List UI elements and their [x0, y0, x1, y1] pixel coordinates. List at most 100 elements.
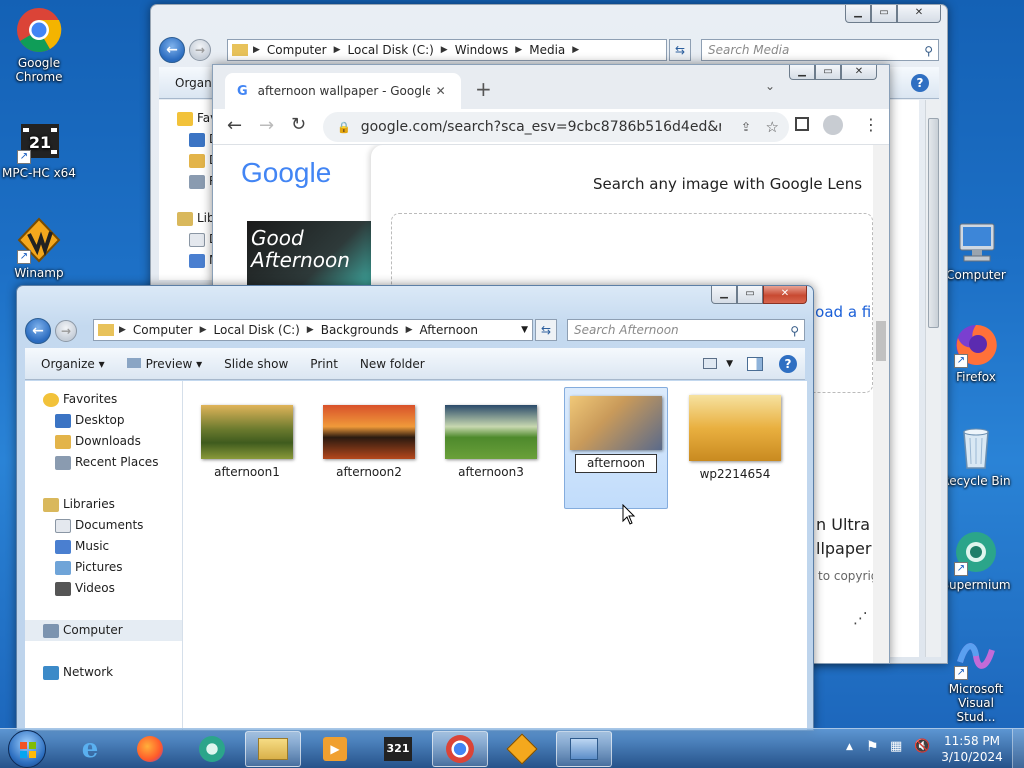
nav-libraries[interactable]: Libraries — [43, 494, 182, 515]
network-tray-icon[interactable]: ▦ — [890, 739, 902, 754]
forward-button[interactable]: → — [55, 320, 77, 342]
start-button[interactable] — [8, 730, 46, 768]
profile-avatar[interactable] — [823, 115, 843, 135]
desktop-icon-supermium[interactable]: ↗ Supermium — [937, 528, 1015, 592]
nav-desktop[interactable]: Desktop — [55, 410, 182, 431]
desktop-icon-visual-studio[interactable]: ↗ Microsoft Visual Stud... — [937, 632, 1015, 724]
back-button[interactable]: ← — [25, 318, 51, 344]
show-hidden-icons[interactable]: ▲ — [846, 742, 853, 752]
preview-menu[interactable]: Preview ▾ — [116, 357, 214, 371]
minimize-button[interactable]: ▁ — [711, 286, 737, 304]
preview-pane-icon[interactable] — [747, 356, 763, 371]
new-folder-button[interactable]: New folder — [349, 357, 436, 371]
new-tab-button[interactable]: + — [475, 77, 492, 101]
tab-close-icon[interactable]: ✕ — [436, 84, 446, 98]
taskbar-explorer[interactable] — [245, 731, 301, 767]
maximize-button[interactable]: ▭ — [815, 65, 841, 80]
nav-favorites[interactable]: Favorites — [43, 389, 182, 410]
rename-input[interactable]: afternoon — [575, 454, 657, 473]
nav-computer[interactable]: Computer — [25, 620, 182, 641]
view-options-icon[interactable] — [703, 358, 717, 369]
nav-pictures[interactable]: Pictures — [55, 557, 182, 578]
file-item[interactable]: afternoon2 — [317, 391, 421, 511]
nav-documents[interactable]: Documents — [55, 515, 182, 536]
nav-recent-places[interactable]: Recent Places — [55, 452, 182, 473]
desktop-icon-recycle-bin[interactable]: Recycle Bin — [937, 424, 1015, 488]
search-input[interactable]: Search Media ⚲ — [701, 39, 939, 61]
back-button[interactable]: ← — [159, 37, 185, 63]
reload-icon[interactable]: ↻ — [291, 114, 306, 135]
address-bar[interactable]: ▶ Computer ▶ Local Disk (C:) ▶ Windows ▶ Me… — [227, 39, 667, 61]
side-panel-icon[interactable] — [795, 117, 809, 131]
close-button[interactable]: ✕ — [897, 5, 941, 23]
file-item[interactable]: afternoon1 — [195, 391, 299, 511]
scroll-thumb[interactable] — [928, 118, 939, 328]
file-item[interactable]: wp2214654 — [683, 391, 787, 511]
breadcrumb-local-disk[interactable]: Local Disk (C:) — [209, 323, 305, 337]
share-icon[interactable]: ⇪ — [741, 120, 751, 134]
refresh-button[interactable]: ⇆ — [535, 319, 557, 341]
minimize-button[interactable]: ▁ — [845, 5, 871, 23]
desktop-icon-computer[interactable]: Computer — [937, 218, 1015, 282]
maximize-button[interactable]: ▭ — [871, 5, 897, 23]
help-icon[interactable]: ? — [911, 73, 929, 92]
breadcrumb-computer[interactable]: Computer — [262, 43, 332, 57]
forward-icon[interactable]: → — [259, 115, 274, 136]
close-button[interactable]: ✕ — [763, 286, 807, 304]
desktop-icon-mpc-hc[interactable]: 21 ↗ MPC-HC x64 — [0, 116, 78, 180]
breadcrumb-windows[interactable]: Windows — [450, 43, 514, 57]
taskbar-firefox[interactable] — [122, 731, 178, 767]
minimize-button[interactable]: ▁ — [789, 65, 815, 80]
search-input[interactable]: Search Afternoon ⚲ — [567, 319, 805, 341]
omnibox[interactable]: 🔒 google.com/search?sca_esv=9cbc8786b516… — [323, 112, 789, 142]
refresh-button[interactable]: ⇆ — [669, 39, 691, 61]
taskbar-supermium[interactable] — [184, 731, 240, 767]
forward-button[interactable]: → — [189, 39, 211, 61]
organize-menu[interactable]: Organize ▾ — [25, 357, 116, 371]
scrollbar[interactable] — [925, 100, 941, 657]
nav-music[interactable]: Music — [55, 536, 182, 557]
maximize-button[interactable]: ▭ — [737, 286, 763, 304]
desktop-icon-winamp[interactable]: ↗ Winamp — [0, 216, 78, 280]
file-item-selected[interactable]: afternoon — [564, 387, 668, 509]
view-dropdown-icon[interactable]: ▼ — [726, 359, 733, 369]
result-image-good-afternoon[interactable]: Good Afternoon — [247, 221, 377, 287]
upload-file-link[interactable]: load a fi — [811, 303, 871, 321]
taskbar-winamp[interactable] — [494, 731, 550, 767]
taskbar-control-panel[interactable] — [556, 731, 612, 767]
bookmark-star-icon[interactable]: ☆ — [766, 118, 779, 136]
page-scroll-thumb[interactable] — [876, 321, 886, 361]
address-dropdown-icon[interactable]: ▼ — [521, 325, 528, 335]
page-scrollbar[interactable] — [873, 145, 889, 663]
print-button[interactable]: Print — [299, 357, 349, 371]
taskbar-ie[interactable]: e — [62, 731, 118, 767]
menu-icon[interactable]: ⋮ — [863, 115, 879, 134]
tab-search-button[interactable]: ⌄ — [765, 79, 775, 93]
browser-tab[interactable]: G afternoon wallpaper - Google Se ✕ — [225, 73, 461, 109]
breadcrumb-local-disk[interactable]: Local Disk (C:) — [343, 43, 439, 57]
nav-downloads[interactable]: Downloads — [55, 431, 182, 452]
result-title[interactable]: n Ultra H llpaper — [816, 513, 873, 561]
volume-muted-icon[interactable]: 🔇 — [914, 739, 930, 754]
show-desktop-button[interactable] — [1012, 729, 1024, 768]
clock[interactable]: 11:58 PM 3/10/2024 — [936, 733, 1008, 765]
google-logo[interactable]: Google — [241, 157, 331, 189]
desktop-icon-firefox[interactable]: ↗ Firefox — [937, 320, 1015, 384]
taskbar-mpc-hc[interactable]: 321 — [370, 731, 426, 767]
close-button[interactable]: ✕ — [841, 65, 877, 80]
breadcrumb-media[interactable]: Media — [524, 43, 570, 57]
taskbar-chrome[interactable] — [432, 731, 488, 767]
address-bar[interactable]: ▶ Computer ▶ Local Disk (C:) ▶ Backgrounds… — [93, 319, 533, 341]
slideshow-button[interactable]: Slide show — [213, 357, 299, 371]
nav-videos[interactable]: Videos — [55, 578, 182, 599]
breadcrumb-computer[interactable]: Computer — [128, 323, 198, 337]
breadcrumb-afternoon[interactable]: Afternoon — [414, 323, 483, 337]
breadcrumb-backgrounds[interactable]: Backgrounds — [316, 323, 404, 337]
desktop-icon-chrome[interactable]: Google Chrome — [0, 6, 78, 84]
action-center-flag-icon[interactable]: ⚑ — [866, 739, 879, 755]
file-item[interactable]: afternoon3 — [439, 391, 543, 511]
explorer-window-afternoon[interactable]: ▁ ▭ ✕ ← → ▶ Computer ▶ Local Disk (C:) ▶ B… — [16, 285, 814, 731]
back-icon[interactable]: ← — [227, 115, 242, 136]
share-result-icon[interactable]: ⋰ — [853, 609, 868, 627]
taskbar-media-player[interactable]: ▶ — [307, 731, 363, 767]
